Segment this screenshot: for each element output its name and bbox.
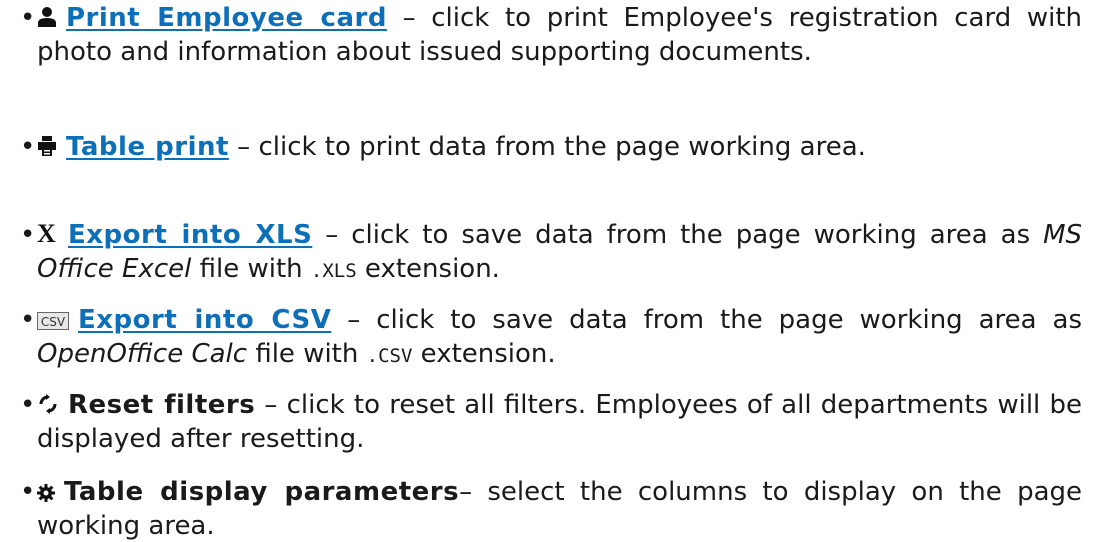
list-item-table-print: • Table print – click to print data from… [20,131,1082,165]
refresh-icon [37,391,59,423]
bullet: • [20,132,36,162]
person-icon [37,4,57,36]
item-description: file with [247,339,367,369]
bullet: • [20,305,36,335]
bullet: • [20,390,36,420]
separator-dash: – [255,390,287,420]
separator-dash: – [386,3,432,33]
help-document: • Print Employee card – click to print E… [0,0,1111,541]
table-display-parameters-label: Table display parameters [64,477,460,507]
separator-dash: – [228,132,259,162]
file-extension-code: .CSV [366,345,413,367]
svg-text:CSV: CSV [41,315,66,329]
printer-icon [37,133,57,165]
item-description: extension. [412,339,556,369]
item-description: click to save data from the page working… [351,220,1044,250]
list-item-table-display-parameters: • Table display parameters– select the c… [20,476,1082,542]
file-extension-code: .XLS [310,260,357,282]
table-print-link[interactable]: Table print [66,132,229,162]
item-description: click to save data from the page working… [376,305,1083,335]
gear-icon [37,478,55,510]
item-description: file with [191,254,311,284]
item-description: extension. [356,254,500,284]
excel-x-icon: X [37,219,59,253]
list-item-print-employee-card: • Print Employee card – click to print E… [20,2,1082,68]
list-item-export-csv: • CSV Export into CSV – click to save da… [20,304,1082,372]
separator-dash: – [331,305,377,335]
export-xls-link[interactable]: Export into XLS [68,220,312,250]
export-csv-link[interactable]: Export into CSV [78,305,331,335]
item-description: click to print data from the page workin… [258,132,866,162]
separator-dash: – [312,220,352,250]
svg-text:X: X [37,221,56,245]
item-description-italic: OpenOffice Calc [37,339,248,369]
csv-icon: CSV [37,306,69,338]
print-employee-card-link[interactable]: Print Employee card [66,3,387,33]
list-item-export-xls: • X Export into XLS – click to save data… [20,219,1082,287]
bullet: • [20,3,36,33]
bullet: • [20,220,36,250]
list-item-reset-filters: • Reset filters – click to reset all fil… [20,389,1082,455]
reset-filters-label: Reset filters [68,390,256,420]
separator-dash: – [459,477,488,507]
bullet: • [20,477,36,507]
